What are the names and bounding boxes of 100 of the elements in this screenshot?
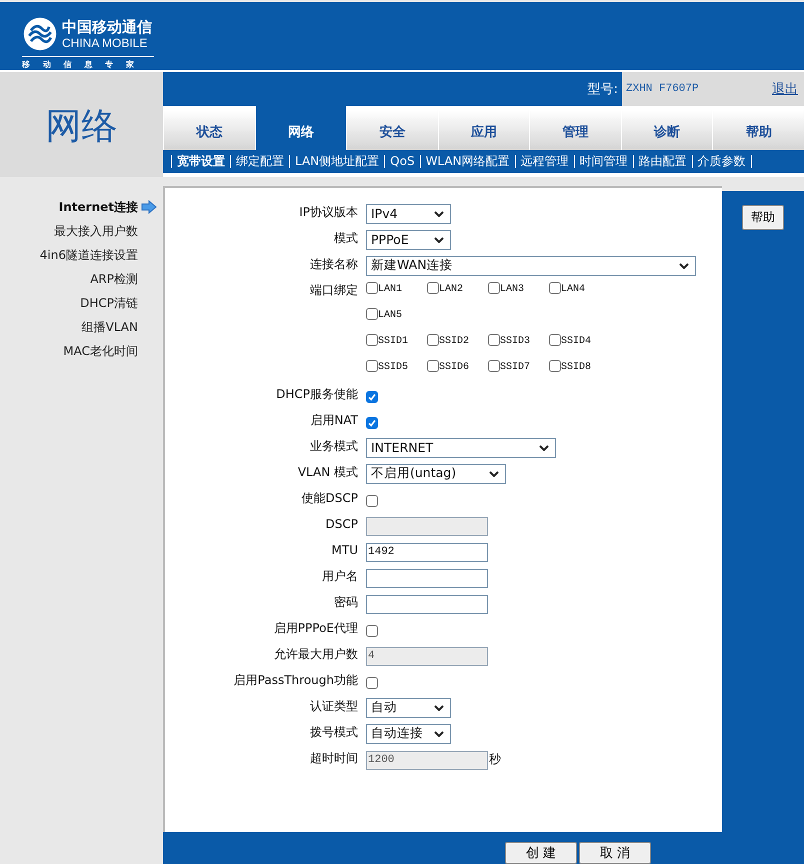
input-field[interactable] bbox=[366, 568, 488, 588]
dropdown[interactable]: 自动 bbox=[366, 698, 451, 718]
action-button[interactable]: 取 消 bbox=[579, 842, 651, 864]
sidebar-item[interactable]: 4in6隧道连接设置 bbox=[40, 246, 138, 264]
subnav-link[interactable]: 宽带设置 bbox=[171, 155, 230, 168]
nav-tab[interactable]: 状态 bbox=[163, 110, 255, 150]
checkbox[interactable] bbox=[366, 334, 378, 346]
port-label: LAN3 bbox=[500, 284, 524, 295]
subnav-link[interactable]: WLAN网络配置 bbox=[420, 155, 515, 168]
nav-tab[interactable]: 诊断 bbox=[620, 110, 712, 150]
checkbox[interactable] bbox=[366, 417, 378, 429]
port-label: SSID7 bbox=[500, 362, 530, 373]
sidebar-item[interactable]: 最大接入用户数 bbox=[54, 222, 138, 240]
port-label: LAN1 bbox=[378, 284, 402, 295]
sidebar-item[interactable]: ARP检测 bbox=[90, 270, 138, 288]
field-label: 启用NAT bbox=[309, 412, 359, 429]
field-label: VLAN 模式 bbox=[296, 464, 359, 481]
field-label: 使能DSCP bbox=[300, 490, 359, 507]
checkbox[interactable] bbox=[549, 282, 561, 294]
subnav-link[interactable]: 远程管理 bbox=[514, 155, 574, 168]
field-label: DHCP服务使能 bbox=[275, 386, 359, 403]
checkbox[interactable] bbox=[549, 360, 561, 372]
field-label: MTU bbox=[330, 542, 359, 559]
dropdown[interactable]: 新建WAN连接 bbox=[366, 256, 696, 276]
chevron-icon bbox=[489, 470, 499, 476]
dropdown[interactable]: IPv4 bbox=[366, 204, 451, 224]
port-label: SSID2 bbox=[439, 336, 470, 347]
port-label: SSID1 bbox=[378, 336, 408, 347]
checkbox[interactable] bbox=[488, 360, 500, 372]
field-label: 业务模式 bbox=[309, 438, 359, 455]
checkbox[interactable] bbox=[488, 334, 500, 346]
page-title: 网络 bbox=[46, 105, 118, 149]
subnav-link[interactable]: 路由配置 bbox=[632, 155, 692, 168]
subnav-link[interactable]: 绑定配置 bbox=[230, 155, 289, 168]
port-label: SSID6 bbox=[439, 362, 470, 373]
checkbox[interactable] bbox=[549, 334, 561, 346]
nav-tab[interactable]: 应用 bbox=[438, 110, 530, 150]
subnav-link[interactable]: 介质参数 bbox=[692, 155, 752, 168]
input-field[interactable]: 1492 bbox=[366, 542, 488, 562]
checkbox[interactable] bbox=[366, 391, 378, 403]
checkbox[interactable] bbox=[427, 282, 439, 294]
sidebar-item[interactable]: MAC老化时间 bbox=[63, 342, 138, 360]
port-label: SSID3 bbox=[500, 336, 530, 347]
arrow-icon bbox=[141, 200, 157, 214]
dropdown[interactable]: INTERNET bbox=[366, 438, 556, 458]
checkbox[interactable] bbox=[366, 495, 378, 507]
checkbox[interactable] bbox=[366, 308, 378, 320]
checkbox[interactable] bbox=[427, 360, 439, 372]
checkbox[interactable] bbox=[488, 282, 500, 294]
nav-tab[interactable]: 网络 bbox=[254, 106, 346, 150]
nav-tab[interactable]: 帮助 bbox=[712, 110, 804, 150]
unit-label: 秒 bbox=[489, 750, 501, 768]
logout-link[interactable]: 退出 bbox=[772, 80, 798, 98]
model-value: ZXHN F7607P bbox=[626, 83, 699, 95]
chevron-icon bbox=[434, 210, 444, 216]
checkbox[interactable] bbox=[366, 360, 378, 372]
field-label: 超时时间 bbox=[309, 750, 359, 767]
port-label: SSID5 bbox=[378, 362, 408, 373]
field-label: 用户名 bbox=[321, 568, 359, 585]
chevron-icon bbox=[434, 704, 444, 710]
help-button[interactable]: 帮助 bbox=[742, 205, 784, 230]
model-label: 型号: bbox=[588, 81, 618, 98]
field-label: 密码 bbox=[333, 594, 359, 611]
sidebar-item[interactable]: Internet连接 bbox=[58, 198, 138, 216]
field-label: 拨号模式 bbox=[309, 724, 359, 741]
logo-icon bbox=[22, 16, 58, 52]
field-label: 端口绑定 bbox=[309, 282, 359, 299]
nav-tab[interactable]: 管理 bbox=[529, 110, 621, 150]
dropdown[interactable]: PPPoE bbox=[366, 230, 451, 250]
chevron-icon bbox=[679, 262, 689, 268]
port-label: LAN4 bbox=[561, 284, 586, 295]
input-field[interactable] bbox=[366, 594, 488, 614]
checkbox[interactable] bbox=[427, 334, 439, 346]
chevron-icon bbox=[434, 730, 444, 736]
dropdown[interactable]: 自动连接 bbox=[366, 724, 451, 744]
action-button[interactable]: 创 建 bbox=[505, 842, 577, 864]
port-label: SSID8 bbox=[561, 362, 592, 373]
subnav-link[interactable]: QoS bbox=[384, 155, 420, 168]
checkbox[interactable] bbox=[366, 282, 378, 294]
nav-tab[interactable]: 安全 bbox=[346, 110, 438, 150]
chevron-icon bbox=[434, 236, 444, 242]
port-label: SSID4 bbox=[561, 336, 592, 347]
checkbox[interactable] bbox=[366, 625, 378, 637]
chevron-icon bbox=[539, 444, 549, 450]
checkbox[interactable] bbox=[366, 677, 378, 689]
logo-chinese-text: 中国移动通信 bbox=[62, 20, 152, 34]
field-label: IP协议版本 bbox=[298, 204, 359, 221]
port-label: LAN5 bbox=[378, 310, 402, 321]
dropdown[interactable]: 不启用(untag) bbox=[366, 464, 506, 484]
subnav-link[interactable]: LAN侧地址配置 bbox=[289, 155, 384, 168]
field-label: 模式 bbox=[333, 230, 359, 247]
logo-english-text: CHINA MOBILE bbox=[62, 36, 148, 48]
field-label: 启用PPPoE代理 bbox=[272, 620, 359, 637]
sidebar-item[interactable]: 组播VLAN bbox=[82, 318, 138, 336]
port-label: LAN2 bbox=[439, 284, 464, 295]
logo-slogan: 移 动 信 息 专 家 bbox=[22, 56, 154, 70]
sidebar-item[interactable]: DHCP清链 bbox=[80, 294, 138, 312]
subnav-link[interactable]: 时间管理 bbox=[574, 155, 633, 168]
field-label: 启用PassThrough功能 bbox=[232, 672, 359, 689]
field-label: 连接名称 bbox=[309, 256, 359, 273]
